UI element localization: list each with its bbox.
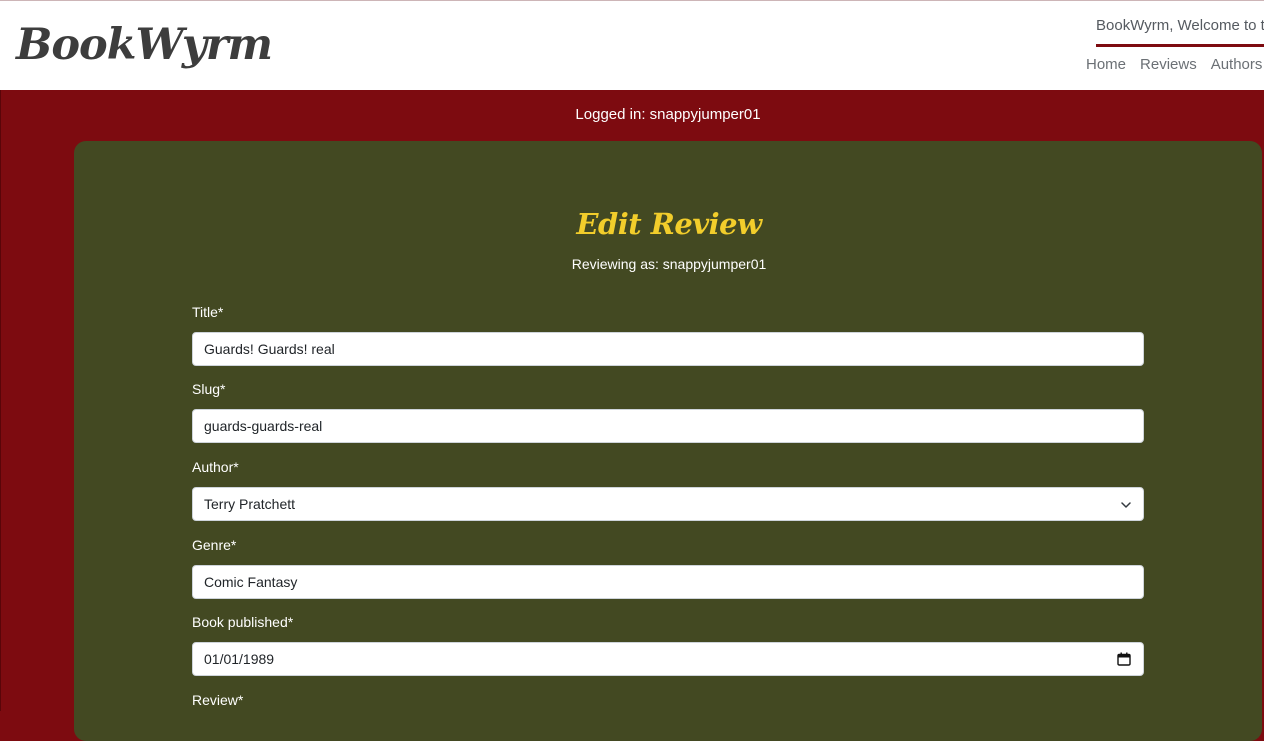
author-selected-value: Terry Pratchett	[204, 496, 296, 512]
published-label: Book published*	[192, 614, 294, 630]
page-title: Edit Review	[576, 207, 762, 241]
title-input[interactable]	[192, 332, 1144, 366]
welcome-message: BookWyrm, Welcome to th	[1096, 17, 1264, 34]
nav-reviews[interactable]: Reviews	[1140, 56, 1197, 73]
left-edge	[0, 90, 1, 711]
slug-label: Slug*	[192, 381, 226, 397]
nav-home[interactable]: Home	[1086, 56, 1126, 73]
genre-label: Genre*	[192, 537, 237, 553]
published-date-value: 01/01/1989	[204, 651, 275, 667]
nav-authors[interactable]: Authors	[1211, 56, 1263, 73]
review-label: Review*	[192, 692, 244, 708]
site-header: BookWyrm BookWyrm, Welcome to th Home Re…	[0, 1, 1264, 90]
title-label: Title*	[192, 304, 224, 320]
main-nav: Home Reviews Authors	[1086, 56, 1262, 73]
slug-input[interactable]	[192, 409, 1144, 443]
genre-input[interactable]	[192, 565, 1144, 599]
published-date-input[interactable]: 01/01/1989	[192, 642, 1144, 676]
brand-logo[interactable]: BookWyrm	[16, 17, 273, 73]
reviewing-as: Reviewing as: snappyjumper01	[571, 256, 767, 272]
edit-review-card: Edit Review Reviewing as: snappyjumper01…	[74, 141, 1262, 741]
chevron-down-icon	[1121, 502, 1131, 508]
logged-in-status: Logged in: snappyjumper01	[575, 106, 761, 123]
author-label: Author*	[192, 459, 239, 475]
welcome-underline	[1096, 44, 1264, 47]
calendar-icon[interactable]	[1117, 652, 1131, 666]
author-select[interactable]: Terry Pratchett	[192, 487, 1144, 521]
